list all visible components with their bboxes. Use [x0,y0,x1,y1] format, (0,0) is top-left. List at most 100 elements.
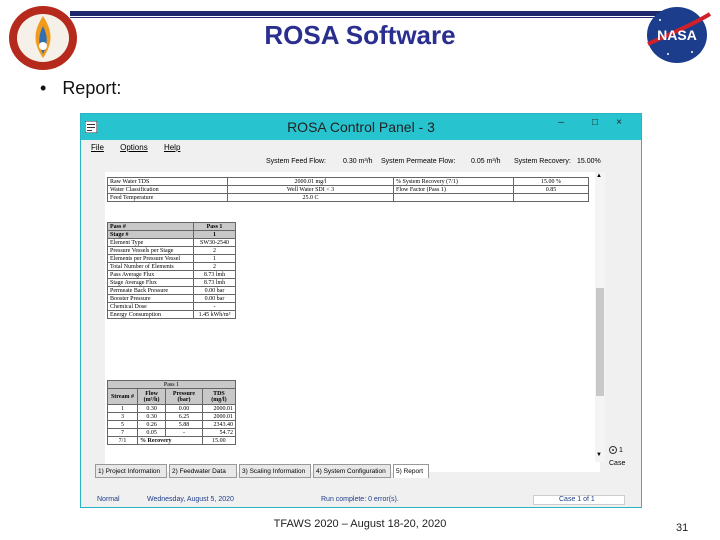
report-scrollbar[interactable]: ▲ ▼ [595,172,605,462]
status-mode: Normal [97,496,120,503]
tab-feedwater-data[interactable]: 2) Feedwater Data [169,464,237,478]
table-row: 1 0.30 0.00 2000.01 [107,404,237,413]
system-summary-bar: System Feed Flow: 0.30 m³/h System Perme… [81,156,641,170]
table-cell: 0.30 [136,412,167,421]
rosa-window: ROSA Control Panel - 3 – □ × File Option… [80,113,642,508]
table-cell: Water Classification [107,185,228,194]
table-header: Flow (m³/h) [136,388,167,405]
table-cell: Pressure Vessels per Stage [107,246,194,255]
table-cell: Element Type [107,238,194,247]
slide-footer: TFAWS 2020 – August 18-20, 2020 [273,518,447,530]
table-cell: 0.30 [136,404,167,413]
recovery-value: 15.00% [577,158,601,165]
table-cell: 25.0 C [227,193,394,202]
table-cell: Flow Factor (Pass 1) [393,185,514,194]
table-cell: 0.05 [136,428,167,437]
bullet-dot-icon: • [40,78,47,98]
table-row: Raw Water TDS 2000.01 mg/l % System Reco… [107,177,589,186]
table-cell: 2343.40 [201,420,237,429]
table-cell: 7/1 [107,436,138,445]
table-cell: - [193,302,236,311]
table-cell: 1 [193,230,236,239]
tab-system-configuration[interactable]: 4) System Configuration [313,464,391,478]
table-cell: 0.26 [136,420,167,429]
report-panel[interactable]: Raw Water TDS 2000.01 mg/l % System Reco… [105,172,600,472]
table-cell: 3 [107,412,138,421]
bullet-item: • Report: [40,78,121,99]
feed-flow-label: System Feed Flow: [266,158,326,165]
menu-options[interactable]: Options [120,143,148,152]
table-row: Booster Pressure 0.00 bar [107,294,236,303]
case-radio-option[interactable]: 1 [609,446,625,454]
minimize-button[interactable]: – [551,117,571,128]
table-header-row: Pass # Pass 1 [107,222,236,231]
summary-table: Raw Water TDS 2000.01 mg/l % System Reco… [107,177,589,202]
stream-table: Pass 1 Stream # Flow (m³/h) Pressure (ba… [107,380,237,445]
table-cell: 2 [193,246,236,255]
table-header: Pass 1 [107,380,236,389]
table-row: Pressure Vessels per Stage 2 [107,246,236,255]
maximize-button[interactable]: □ [585,117,605,128]
status-bar: Normal Wednesday, August 5, 2020 Run com… [81,493,641,507]
table-row: Feed Temperature 25.0 C [107,193,589,202]
table-row: 7 0.05-54.72 [107,428,237,437]
table-row: Pass Average Flux 8.73 lmh [107,270,236,279]
table-cell: 7 [107,428,138,437]
table-cell: 1 [107,404,138,413]
table-cell: 2000.01 [201,412,237,421]
table-cell: 5.88 [165,420,203,429]
pass-table: Pass # Pass 1 Stage #1 Element Type SW30-… [107,222,236,319]
table-header: Pass # [107,222,194,231]
table-cell: 0.85 [513,185,589,194]
table-cell: Stage # [107,230,194,239]
tab-scaling-information[interactable]: 3) Scaling Information [239,464,311,478]
table-cell: 2 [193,262,236,271]
case-radio-label: 1 [618,446,623,454]
window-titlebar[interactable]: ROSA Control Panel - 3 – □ × [81,114,641,140]
title-rule [70,11,670,16]
page-number: 31 [676,522,689,534]
case-label: Case [609,460,626,467]
scroll-up-icon[interactable]: ▲ [596,173,602,179]
radio-selected-icon[interactable] [609,446,617,454]
table-cell: Feed Temperature [107,193,228,202]
status-run: Run complete: 0 error(s). [321,496,399,503]
slide-title: ROSA Software [264,20,456,50]
table-cell: Booster Pressure [107,294,194,303]
tab-report[interactable]: 5) Report [393,464,429,478]
table-header-row: Pass 1 [107,380,236,389]
menu-help[interactable]: Help [164,143,180,152]
table-row: Permeate Back Pressure 0.00 bar [107,286,236,295]
table-cell: % Recovery [137,436,203,445]
scroll-down-icon[interactable]: ▼ [596,452,602,458]
bullet-text: Report: [62,78,122,98]
table-header-row: Stream # Flow (m³/h) Pressure (bar) TDS … [107,388,237,405]
table-cell: 6.25 [165,412,203,421]
close-button[interactable]: × [609,117,629,128]
table-cell: 0.00 bar [193,294,236,303]
table-row: 5 0.26 5.88 2343.40 [107,420,237,429]
table-cell: % System Recovery (7/1) [393,177,514,186]
table-header: TDS (mg/l) [201,388,237,405]
table-row: 3 0.30 6.25 2000.01 [107,412,237,421]
table-cell: Stage Average Flux [107,278,194,287]
scroll-thumb[interactable] [596,288,604,396]
permeate-flow-label: System Permeate Flow: [381,158,456,165]
table-cell: Permeate Back Pressure [107,286,194,295]
feed-flow-value: 0.30 m³/h [343,158,373,165]
table-cell: 2000.01 [201,404,237,413]
table-cell: 1 [193,254,236,263]
table-row: Chemical Dose - [107,302,236,311]
table-cell: Elements per Pressure Vessel [107,254,194,263]
menu-file[interactable]: File [91,143,104,152]
table-cell: 8.73 lmh [193,270,236,279]
tab-project-information[interactable]: 1) Project Information [95,464,167,478]
table-cell: 15.00 % [513,177,589,186]
table-cell: Well Water SDI < 3 [227,185,394,194]
table-cell: Total Number of Elements [107,262,194,271]
table-row: Total Number of Elements 2 [107,262,236,271]
table-cell: 0.00 [165,404,203,413]
table-cell: 15.00 [201,436,237,445]
table-row: Stage #1 [107,230,236,239]
table-cell: 54.72 [201,428,237,437]
